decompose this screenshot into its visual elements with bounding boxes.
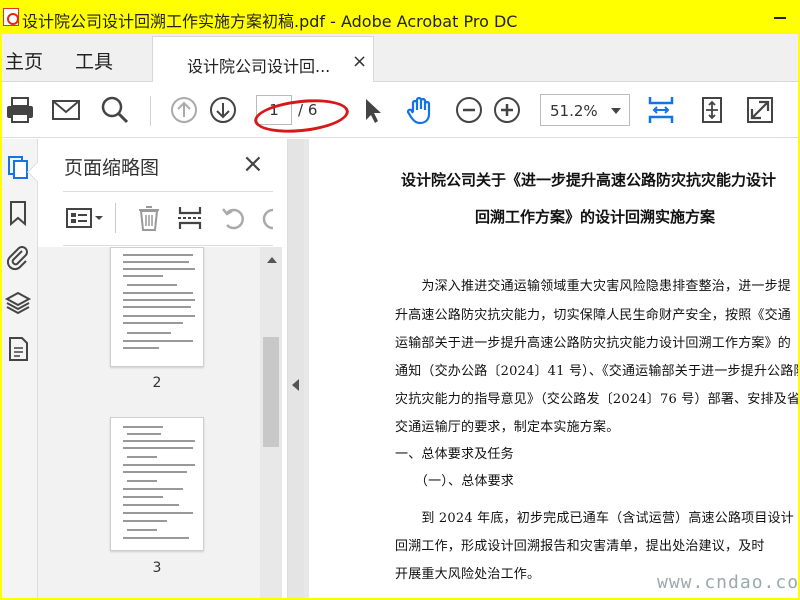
close-panel-icon[interactable]: × xyxy=(242,149,264,179)
panel-divider xyxy=(63,191,273,192)
document-page: 设计院公司关于《进一步提升高速公路防灾抗灾能力设计 回溯工作方案》的设计回溯实施… xyxy=(309,139,798,598)
search-icon[interactable] xyxy=(99,94,131,126)
document-properties-icon[interactable] xyxy=(4,335,32,363)
rotate-clockwise-icon[interactable] xyxy=(259,203,283,233)
document-view[interactable]: 设计院公司关于《进一步提升高速公路防灾抗灾能力设计 回溯工作方案》的设计回溯实施… xyxy=(304,139,798,598)
panel-toolbar-divider xyxy=(115,203,116,233)
document-section-heading: 一、总体要求及任务 xyxy=(395,447,514,462)
panel-divider xyxy=(63,245,273,246)
thumbnail-panel: 页面缩略图 × 2 3 xyxy=(27,139,288,598)
panel-splitter[interactable] xyxy=(288,139,304,598)
email-icon[interactable] xyxy=(50,94,82,126)
delete-icon[interactable] xyxy=(135,203,163,233)
attachment-icon[interactable] xyxy=(4,243,32,271)
print-icon[interactable] xyxy=(4,94,36,126)
close-tab-icon[interactable]: × xyxy=(352,51,367,72)
acrobat-app-icon xyxy=(3,8,19,26)
toolbar: 1 / 6 51.2% xyxy=(2,82,798,138)
options-menu-icon[interactable] xyxy=(65,205,107,233)
collapse-panel-icon[interactable] xyxy=(292,379,299,391)
zoom-value: 51.2% xyxy=(550,102,598,120)
bookmark-icon[interactable] xyxy=(4,199,32,227)
rotate-icon[interactable] xyxy=(219,203,249,233)
previous-page-icon[interactable] xyxy=(168,94,200,126)
left-rail xyxy=(2,139,38,598)
thumbnail-scrollbar[interactable] xyxy=(260,247,282,598)
thumbnail-page-number: 3 xyxy=(152,560,162,576)
fit-page-icon[interactable] xyxy=(645,94,677,126)
page-thumbnails-icon[interactable] xyxy=(4,153,32,181)
tab-bar: 主页 工具 设计院公司设计回... × xyxy=(2,34,798,83)
next-page-icon[interactable] xyxy=(207,94,239,126)
document-text-line: 升高速公路防灾抗灾能力，切实保障人民生命财产安全，按照《交通 xyxy=(395,308,792,323)
tab-document[interactable]: 设计院公司设计回... × xyxy=(152,36,374,83)
thumbnail-list: 2 3 xyxy=(38,247,260,598)
document-text-line: 为深入推进交通运输领域重大灾害风险隐患排查整治，进一步提 xyxy=(395,279,792,294)
zoom-in-icon[interactable] xyxy=(491,94,523,126)
tab-tools[interactable]: 工具 xyxy=(75,47,113,74)
document-title-line: 设计院公司关于《进一步提升高速公路防灾抗灾能力设计 xyxy=(401,171,777,189)
document-text-line: 通知（交办公路〔2024〕41 号）、《交通运输部关于进一步提升公路防 xyxy=(395,364,798,379)
title-bar: 设计院公司设计回溯工作实施方案初稿.pdf - Adobe Acrobat Pr… xyxy=(2,2,798,34)
document-text-line: 灾抗灾能力的指导意见》（交公路发〔2024〕76 号）部署、安排及省 xyxy=(395,392,798,407)
chevron-down-icon xyxy=(611,108,621,114)
document-text-line: 开展重大风险处治工作。 xyxy=(395,567,541,582)
document-text-line: 到 2024 年底，初步完成已通车（含试运营）高速公路项目设计 xyxy=(395,511,794,526)
layers-icon[interactable] xyxy=(4,289,32,317)
window-title: 设计院公司设计回溯工作实施方案初稿.pdf - Adobe Acrobat Pr… xyxy=(22,12,518,31)
document-text-line: 运输部关于进一步提升高速公路防灾抗灾能力设计回溯工作方案》的 xyxy=(395,336,792,351)
panel-toolbar xyxy=(63,199,283,239)
document-title-line: 回溯工作方案》的设计回溯实施方案 xyxy=(475,208,716,226)
toolbar-divider xyxy=(150,96,151,126)
thumbnail-page-number: 2 xyxy=(152,375,162,391)
zoom-dropdown[interactable]: 51.2% xyxy=(540,94,630,126)
scrollbar-thumb[interactable] xyxy=(263,337,279,447)
tab-home[interactable]: 主页 xyxy=(5,47,43,74)
acrobat-window: 设计院公司设计回溯工作实施方案初稿.pdf - Adobe Acrobat Pr… xyxy=(2,2,798,598)
full-screen-icon[interactable] xyxy=(744,94,776,126)
thumbnail-page[interactable] xyxy=(110,417,204,551)
scroll-mode-icon[interactable] xyxy=(696,94,728,126)
extract-pages-icon[interactable] xyxy=(175,203,205,233)
zoom-out-icon[interactable] xyxy=(453,94,485,126)
minimize-button[interactable] xyxy=(766,2,796,34)
document-text-line: 交通运输厅的要求，制定本实施方案。 xyxy=(395,420,620,435)
site-watermark: www.cndao.com xyxy=(657,572,798,593)
select-pointer-icon[interactable] xyxy=(356,94,388,126)
tab-document-label: 设计院公司设计回... xyxy=(187,57,331,76)
document-text-line: 回溯工作，形成设计回溯报告和灾害清单，提出处治建议，及时 xyxy=(395,539,765,554)
thumbnail-page[interactable] xyxy=(110,247,204,367)
document-subheading: （一）、总体要求 xyxy=(395,474,515,489)
panel-title: 页面缩略图 xyxy=(64,157,160,179)
scroll-up-icon[interactable] xyxy=(267,257,277,263)
hand-tool-icon[interactable] xyxy=(404,94,436,126)
